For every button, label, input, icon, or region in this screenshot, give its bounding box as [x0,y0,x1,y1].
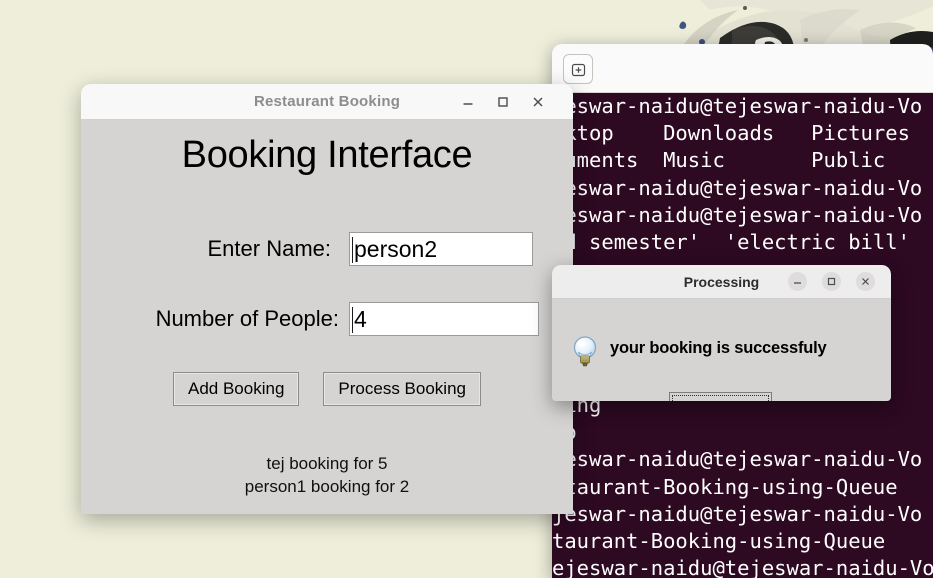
close-icon [533,97,543,106]
name-field-label: Enter Name: [207,236,332,261]
name-input-value: person2 [354,235,438,262]
dialog-maximize-button[interactable] [822,272,841,291]
booking-close-button[interactable] [521,84,555,119]
list-item: tej booking for 5 [266,454,388,473]
booking-titlebar[interactable]: Restaurant Booking [81,84,573,120]
people-field-label: Number of People: [155,306,339,331]
close-icon [862,278,869,285]
page-title: Booking Interface [181,134,473,176]
booking-list: tej booking for 5 person1 booking for 2 [81,452,573,498]
ok-button-label: OK [709,399,732,401]
plus-in-box-icon [571,63,585,76]
booking-maximize-button[interactable] [486,84,520,119]
ok-mnemonic: O [709,399,721,401]
terminal-line: ejeswar-naidu@tejeswar-naidu-Vo [552,556,933,578]
booking-window-body: Booking Interface Enter Name: person2 Nu… [81,120,573,514]
dialog-title: Processing [683,273,760,290]
name-input[interactable]: person2 [349,232,533,266]
text-caret [352,237,353,263]
terminal-line: rd semester' 'electric bill' [552,229,910,254]
add-booking-button[interactable]: Add Booking [173,372,300,407]
booking-minimize-button[interactable] [451,84,485,119]
terminal-line: jeswar-naidu@tejeswar-naidu-Vo [552,202,923,227]
booking-window[interactable]: Restaurant Booking Booking Interface Ent… [81,84,573,514]
action-button-row: Add Booking Process Booking [81,372,573,407]
processing-dialog[interactable]: Processing your booking is successfuly [552,265,891,401]
people-form-row: Number of People: 4 [81,302,573,336]
terminal-line: staurant-Booking-using-Queue [552,474,898,499]
name-form-row: Enter Name: person2 [81,232,573,266]
terminal-line: jeswar-naidu@tejeswar-naidu-Vo [552,94,923,118]
terminal-line: jeswar-naidu@tejeswar-naidu-Vo [552,501,923,526]
terminal-line: sktop Downloads Pictures [552,121,910,146]
list-item: person1 booking for 2 [244,477,410,496]
process-booking-button[interactable]: Process Booking [323,372,481,407]
terminal-header-bar[interactable] [552,44,933,93]
maximize-icon [827,277,836,286]
terminal-line: Vo [552,419,933,446]
lightbulb-icon [566,332,604,370]
dialog-minimize-button[interactable] [788,272,807,291]
terminal-line: cuments Music Public [552,148,886,173]
dialog-message: your booking is successfuly [610,339,827,357]
desktop-screen: jeswar-naidu@tejeswar-naidu-Vo sktop Down… [0,0,933,578]
terminal-line: jeswar-naidu@tejeswar-naidu-Vo [552,447,923,472]
dialog-body: your booking is successfuly OK [552,299,891,401]
dialog-titlebar[interactable]: Processing [552,265,891,299]
minimize-icon [794,282,801,284]
ok-button[interactable]: OK [669,392,772,401]
terminal-line: jeswar-naidu@tejeswar-naidu-Vo [552,175,923,200]
people-input-value: 4 [354,305,367,332]
booking-window-title: Restaurant Booking [253,93,401,110]
maximize-icon [498,96,508,107]
dialog-close-button[interactable] [856,272,875,291]
text-caret [352,307,353,333]
people-input[interactable]: 4 [349,302,539,336]
new-tab-icon[interactable] [563,54,593,84]
terminal-line: taurant-Booking-using-Queue [552,529,886,553]
minimize-icon [463,102,473,105]
ok-rest: K [721,399,732,401]
